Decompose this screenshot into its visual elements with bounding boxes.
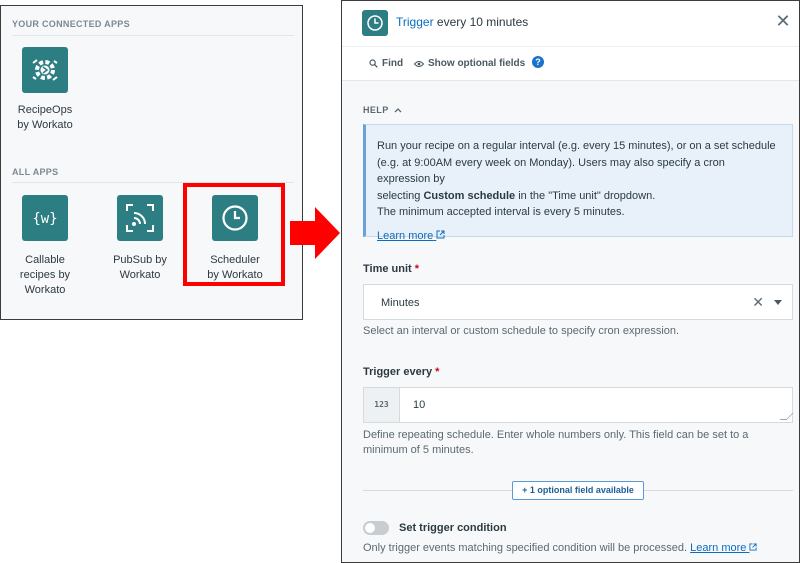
trigger-every-hint: Define repeating schedule. Enter whole n… [363, 429, 749, 456]
trigger-condition-hint-text: Only trigger events matching specified c… [363, 542, 688, 554]
help-text-line: selecting Custom schedule in the "Time u… [377, 188, 780, 205]
time-unit-label: Time unit * [363, 263, 419, 275]
external-link-icon [436, 230, 445, 238]
help-text-bold: Custom schedule [423, 189, 516, 202]
app-label-line: Workato [24, 284, 66, 296]
clear-icon[interactable]: ✕ [752, 294, 764, 311]
learn-more-label: Learn more [690, 542, 747, 554]
required-marker: * [414, 263, 420, 275]
trigger-condition-label: Set trigger condition [399, 522, 507, 534]
search-icon [369, 59, 378, 68]
time-unit-label-text: Time unit [363, 263, 412, 275]
help-text: selecting [377, 189, 424, 202]
number-type-badge: 123 [364, 388, 400, 422]
trigger-every-label: Trigger every * [363, 366, 439, 378]
toggle-knob [365, 523, 375, 533]
all-apps-heading: ALL APPS [12, 167, 59, 177]
clock-icon [362, 10, 388, 36]
chevron-up-icon [394, 108, 402, 113]
time-unit-value: Minutes [381, 297, 420, 309]
app-label-line: RecipeOps [17, 104, 73, 116]
eye-icon [414, 60, 424, 67]
time-unit-select[interactable]: Minutes ✕ [363, 284, 793, 320]
panel-title-text: every 10 minutes [433, 15, 529, 29]
show-optional-fields-button[interactable]: Show optional fields [414, 58, 525, 69]
help-text-line: Run your recipe on a regular interval (e… [377, 140, 776, 152]
help-text-line: (e.g. at 9:00AM every week on Monday). U… [377, 156, 725, 186]
app-label-line: Workato [119, 269, 161, 281]
trigger-every-value: 10 [413, 399, 426, 411]
panel-title: Trigger every 10 minutes [396, 15, 528, 29]
help-learn-more-link[interactable]: Learn more [377, 228, 445, 245]
right-arrow-icon [290, 207, 340, 259]
connected-apps-heading: YOUR CONNECTED APPS [12, 19, 130, 29]
trigger-learn-more-link[interactable]: Learn more [690, 542, 758, 554]
help-toggle[interactable]: HELP [363, 105, 402, 115]
find-label: Find [382, 58, 404, 69]
app-tile-recipeops[interactable]: RecipeOps by Workato [5, 47, 85, 133]
find-button[interactable]: Find [369, 58, 403, 69]
pubsub-icon [117, 195, 163, 241]
optional-field-button[interactable]: + 1 optional field available [512, 481, 644, 500]
recipeops-icon [22, 47, 68, 93]
app-label-line: PubSub by [113, 254, 167, 266]
app-tile-pubsub[interactable]: PubSub by Workato [100, 195, 180, 283]
app-tile-callable-recipes[interactable]: {w} Callable recipes by Workato [5, 195, 85, 298]
app-label-line: Callable [25, 254, 65, 266]
help-toggle-label: HELP [363, 105, 389, 115]
app-label-line: recipes by [19, 269, 71, 281]
close-icon[interactable]: ✕ [773, 11, 793, 31]
required-marker: * [435, 366, 440, 378]
trigger-condition-toggle[interactable] [363, 521, 389, 535]
callable-recipes-icon: {w} [22, 195, 68, 241]
trigger-condition-hint: Only trigger events matching specified c… [363, 542, 758, 554]
external-link-icon [749, 543, 758, 551]
help-text: in the "Time unit" dropdown. [515, 189, 656, 202]
trigger-every-input[interactable]: 123 10 [363, 387, 794, 423]
divider [12, 35, 294, 36]
learn-more-label: Learn more [377, 229, 434, 242]
panel-header: Trigger every 10 minutes ✕ [342, 1, 799, 47]
time-unit-hint: Select an interval or custom schedule to… [363, 325, 680, 337]
chevron-down-icon[interactable] [774, 300, 782, 305]
show-optional-label: Show optional fields [428, 58, 526, 69]
trigger-config-panel: Trigger every 10 minutes ✕ Find Show opt… [341, 0, 800, 563]
app-label-line: by Workato [17, 119, 73, 131]
resize-handle-icon[interactable] [779, 413, 794, 420]
help-text-line: The minimum accepted interval is every 5… [377, 206, 625, 218]
trigger-link[interactable]: Trigger [396, 15, 434, 29]
help-box: Run your recipe on a regular interval (e… [363, 124, 793, 242]
help-icon[interactable]: ? [532, 56, 544, 68]
svg-text:{w}: {w} [32, 211, 57, 227]
panel-toolbar: Find Show optional fields [342, 47, 799, 81]
trigger-every-label-text: Trigger every [363, 366, 433, 378]
scheduler-highlight-box [183, 183, 285, 286]
